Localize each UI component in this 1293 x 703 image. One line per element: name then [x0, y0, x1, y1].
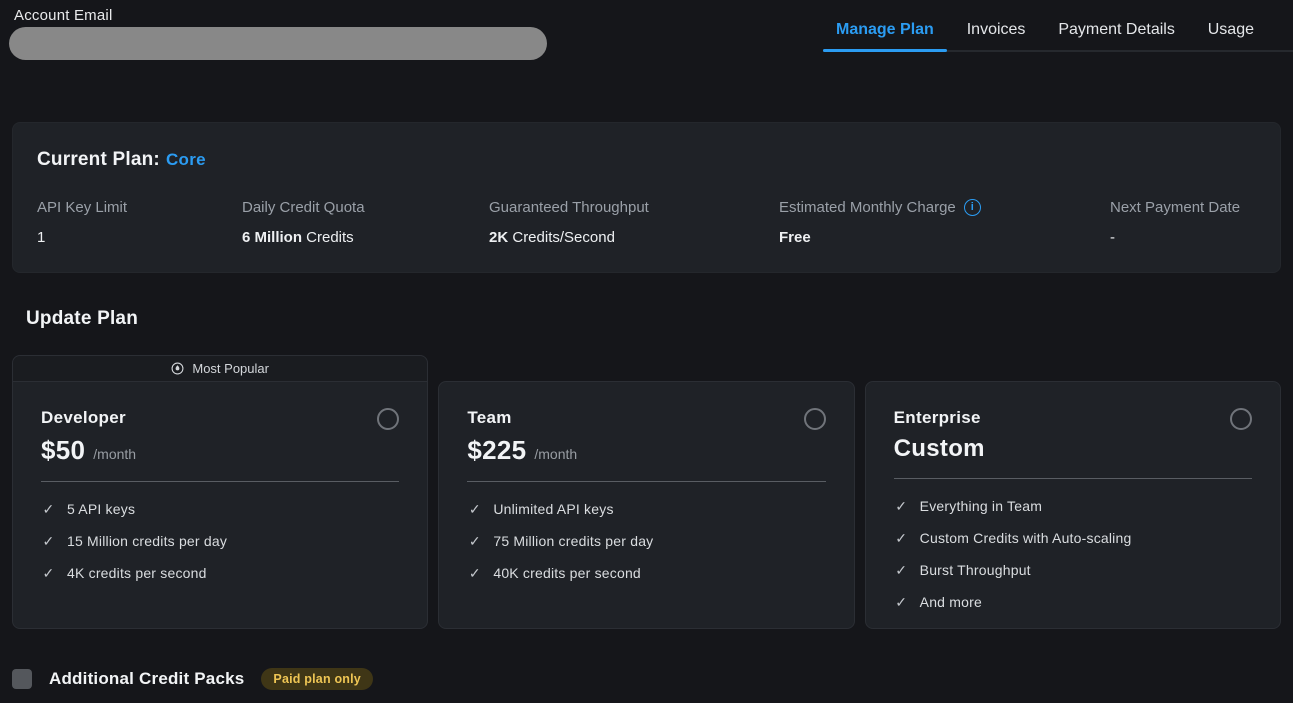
current-plan-name: Core [166, 150, 206, 169]
tab-manage-plan[interactable]: Manage Plan [823, 21, 947, 50]
feature-item: ✓5 API keys [41, 493, 399, 525]
tab-usage[interactable]: Usage [1195, 21, 1267, 50]
feature-list: ✓Everything in Team ✓Custom Credits with… [894, 490, 1252, 618]
current-plan-stats: API Key Limit 1 Daily Credit Quota 6 Mil… [37, 199, 1256, 246]
paid-plan-only-badge: Paid plan only [261, 668, 373, 690]
check-icon: ✓ [894, 530, 909, 547]
feature-list: ✓Unlimited API keys ✓75 Million credits … [467, 493, 825, 589]
update-plan-heading: Update Plan [26, 308, 138, 330]
stat-api-key-limit: API Key Limit 1 [37, 199, 242, 246]
stat-estimated-monthly-charge: Estimated Monthly Charge i Free [779, 199, 1110, 246]
flame-icon [171, 362, 184, 375]
check-icon: ✓ [894, 562, 909, 579]
stat-value: 1 [37, 229, 242, 246]
plan-body-developer[interactable]: Developer $50 /month ✓5 API keys ✓15 Mil… [12, 381, 428, 629]
most-popular-label: Most Popular [192, 361, 269, 376]
plan-period: /month [93, 446, 136, 462]
additional-credit-packs-row: Additional Credit Packs Paid plan only [12, 668, 373, 690]
feature-item: ✓Burst Throughput [894, 554, 1252, 586]
account-email-label: Account Email [14, 7, 112, 24]
most-popular-badge: Most Popular [12, 355, 428, 381]
stat-label: Next Payment Date [1110, 199, 1256, 216]
stat-daily-credit-quota: Daily Credit Quota 6 Million Credits [242, 199, 489, 246]
check-icon: ✓ [41, 533, 56, 550]
plan-price: Custom [894, 435, 985, 463]
plan-period: /month [534, 446, 577, 462]
plan-name: Enterprise [894, 408, 981, 428]
stat-value: - [1110, 229, 1256, 246]
plan-body-enterprise[interactable]: Enterprise Custom ✓Everything in Team ✓C… [865, 381, 1281, 629]
check-icon: ✓ [467, 565, 482, 582]
plan-price: $50 [41, 435, 85, 466]
plan-cards: Most Popular Developer $50 /month ✓5 API… [12, 355, 1281, 629]
stat-next-payment-date: Next Payment Date - [1110, 199, 1256, 246]
feature-item: ✓Everything in Team [894, 490, 1252, 522]
stat-label: Estimated Monthly Charge i [779, 199, 1110, 216]
plan-name: Team [467, 408, 511, 428]
feature-item: ✓And more [894, 586, 1252, 618]
current-plan-title-prefix: Current Plan: [37, 149, 160, 170]
plan-card-team: Team $225 /month ✓Unlimited API keys ✓75… [438, 355, 854, 629]
feature-item: ✓Unlimited API keys [467, 493, 825, 525]
stat-label: Guaranteed Throughput [489, 199, 779, 216]
feature-item: ✓Custom Credits with Auto-scaling [894, 522, 1252, 554]
additional-credit-packs-checkbox[interactable] [12, 669, 32, 689]
plan-body-team[interactable]: Team $225 /month ✓Unlimited API keys ✓75… [438, 381, 854, 629]
feature-list: ✓5 API keys ✓15 Million credits per day … [41, 493, 399, 589]
account-email-redacted [9, 27, 547, 60]
divider [894, 478, 1252, 479]
stat-label: Daily Credit Quota [242, 199, 489, 216]
stat-guaranteed-throughput: Guaranteed Throughput 2K Credits/Second [489, 199, 779, 246]
info-icon[interactable]: i [964, 199, 981, 216]
plan-card-developer: Most Popular Developer $50 /month ✓5 API… [12, 355, 428, 629]
check-icon: ✓ [894, 594, 909, 611]
check-icon: ✓ [894, 498, 909, 515]
check-icon: ✓ [467, 501, 482, 518]
plan-price: $225 [467, 435, 526, 466]
stat-value: Free [779, 229, 1110, 246]
tab-invoices[interactable]: Invoices [954, 21, 1039, 50]
plan-name: Developer [41, 408, 126, 428]
feature-item: ✓75 Million credits per day [467, 525, 825, 557]
current-plan-card: Current Plan: Core API Key Limit 1 Daily … [12, 122, 1281, 273]
check-icon: ✓ [41, 565, 56, 582]
feature-item: ✓15 Million credits per day [41, 525, 399, 557]
check-icon: ✓ [467, 533, 482, 550]
check-icon: ✓ [41, 501, 56, 518]
stat-value: 2K Credits/Second [489, 229, 779, 246]
tab-payment-details[interactable]: Payment Details [1045, 21, 1188, 50]
plan-radio-team[interactable] [804, 408, 826, 430]
divider [41, 481, 399, 482]
additional-credit-packs-label: Additional Credit Packs [49, 669, 244, 689]
plan-radio-developer[interactable] [377, 408, 399, 430]
feature-item: ✓40K credits per second [467, 557, 825, 589]
divider [467, 481, 825, 482]
stat-value: 6 Million Credits [242, 229, 489, 246]
feature-item: ✓4K credits per second [41, 557, 399, 589]
plan-card-enterprise: Enterprise Custom ✓Everything in Team ✓C… [865, 355, 1281, 629]
plan-radio-enterprise[interactable] [1230, 408, 1252, 430]
stat-label: API Key Limit [37, 199, 242, 216]
billing-tabs: Manage Plan Invoices Payment Details Usa… [823, 0, 1293, 52]
current-plan-title: Current Plan: Core [37, 149, 1256, 171]
